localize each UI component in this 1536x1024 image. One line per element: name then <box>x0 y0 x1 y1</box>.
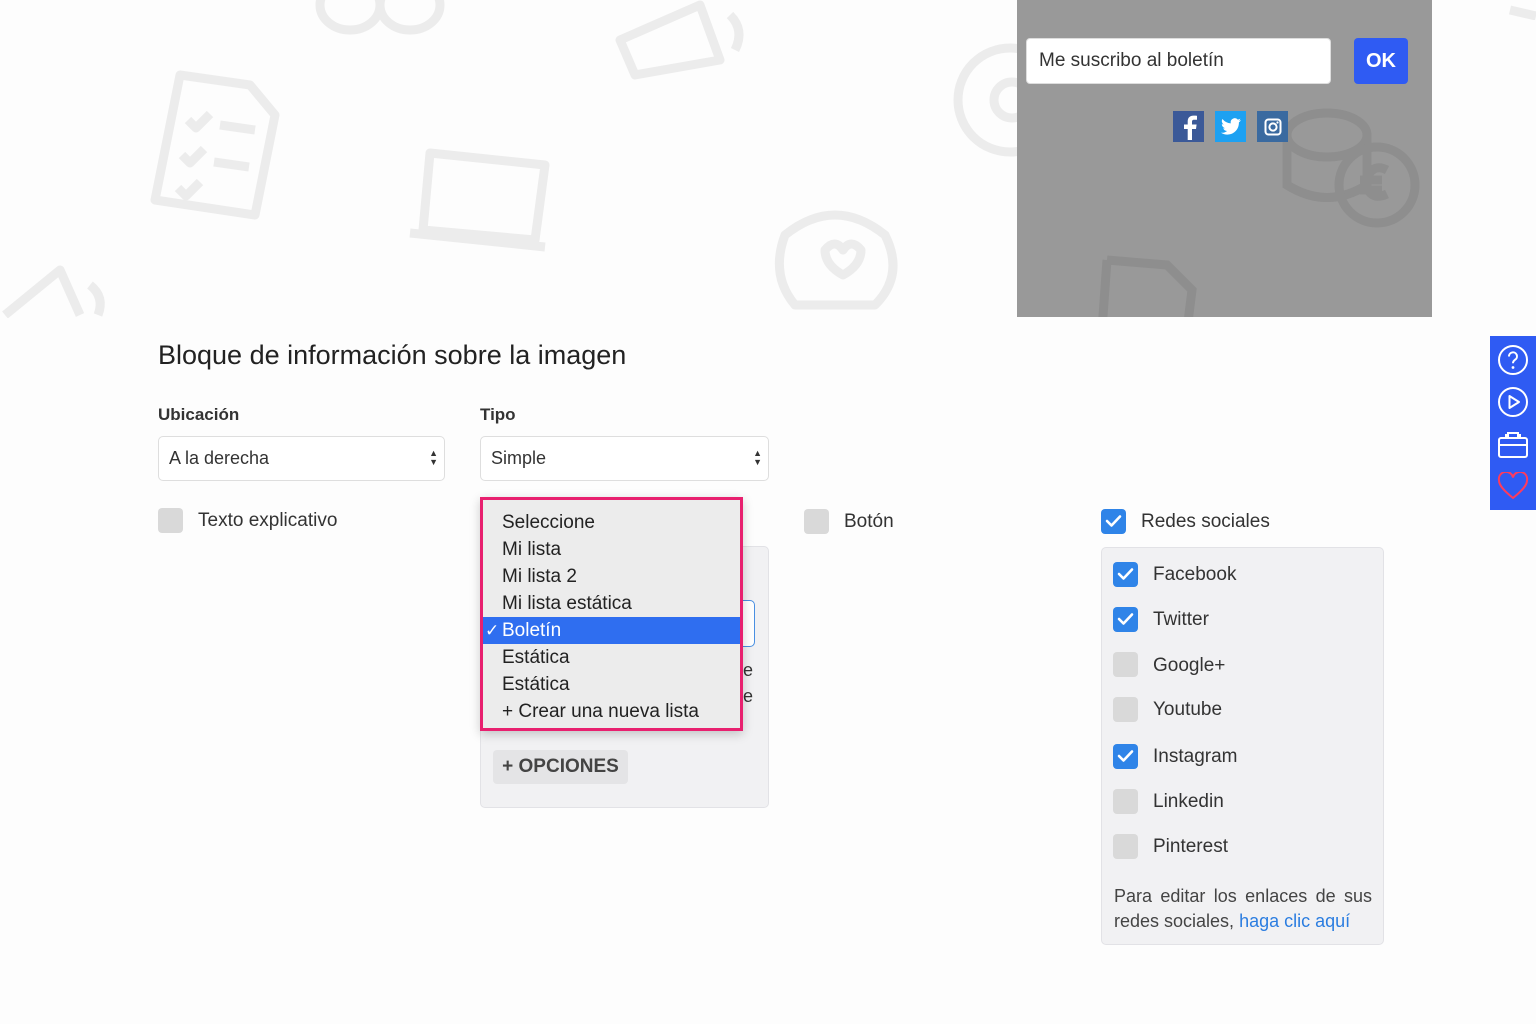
tipo-label: Tipo <box>480 405 516 424</box>
ok-button[interactable]: OK <box>1354 38 1408 84</box>
dropdown-option[interactable]: Mi lista <box>483 536 740 563</box>
help-icon[interactable] <box>1495 342 1531 377</box>
boton-checkbox[interactable] <box>804 509 829 534</box>
coins-icon <box>315 0 445 35</box>
ubicacion-label: Ubicación <box>158 405 240 424</box>
instagram-icon[interactable] <box>1257 111 1288 142</box>
toolbox-icon[interactable] <box>1495 426 1531 461</box>
play-icon[interactable] <box>1495 384 1531 419</box>
megaphone-icon <box>2 265 105 318</box>
texto-explicativo-label: Texto explicativo <box>198 510 338 531</box>
tipo-value: Simple <box>491 448 547 468</box>
instagram-label: Instagram <box>1153 746 1238 767</box>
facebook-label: Facebook <box>1153 564 1237 585</box>
redes-sociales-label: Redes sociales <box>1141 511 1270 532</box>
edit-links-help: Para editar los enlaces de sus redes soc… <box>1114 884 1372 934</box>
dropdown-option[interactable]: Seleccione <box>483 509 740 536</box>
pinterest-label: Pinterest <box>1153 836 1228 857</box>
checklist-icon <box>150 70 280 220</box>
hidden-text-fragment: e <box>743 660 754 680</box>
megaphone-icon <box>615 0 744 80</box>
laptop-icon <box>409 148 550 252</box>
twitter-checkbox[interactable] <box>1113 607 1138 632</box>
dropdown-option[interactable]: Mi lista 2 <box>483 563 740 590</box>
select-arrows-icon: ▲ ▼ <box>753 448 762 467</box>
linkedin-checkbox[interactable] <box>1113 789 1138 814</box>
ubicacion-value: A la derecha <box>169 448 270 468</box>
edit-links-link[interactable]: haga clic aquí <box>1239 911 1350 931</box>
texto-explicativo-checkbox[interactable] <box>158 508 183 533</box>
select-arrows-icon: ▲ ▼ <box>429 448 438 467</box>
add-options-button[interactable]: + OPCIONES <box>493 750 628 784</box>
linkedin-label: Linkedin <box>1153 791 1224 812</box>
ubicacion-select[interactable]: A la derecha ▲ ▼ <box>158 436 445 481</box>
dropdown-option[interactable]: Estática <box>483 671 740 698</box>
create-new-list-option[interactable]: + Crear una nueva lista <box>483 698 740 725</box>
piggy-bank-icon <box>774 210 898 310</box>
boton-label: Botón <box>844 511 894 532</box>
list-dropdown-menu: Seleccione Mi lista Mi lista 2 Mi lista … <box>480 497 743 731</box>
twitter-icon[interactable] <box>1215 111 1246 142</box>
pinterest-checkbox[interactable] <box>1113 834 1138 859</box>
dots-icon <box>1508 5 1536 20</box>
heart-icon[interactable] <box>1495 468 1531 503</box>
social-icons-row <box>1173 111 1288 142</box>
page-title: Bloque de información sobre la imagen <box>158 340 627 370</box>
youtube-checkbox[interactable] <box>1113 697 1138 722</box>
facebook-icon[interactable] <box>1173 111 1204 142</box>
image-preview: Me suscribo al boletín OK <box>1017 0 1432 317</box>
google-plus-label: Google+ <box>1153 655 1226 676</box>
checkmark-icon: ✓ <box>485 621 500 640</box>
at-sign-icon <box>953 43 1020 157</box>
youtube-label: Youtube <box>1153 699 1223 720</box>
google-plus-checkbox[interactable] <box>1113 652 1138 677</box>
side-toolbar <box>1490 336 1536 510</box>
redes-sociales-checkbox[interactable] <box>1101 509 1126 534</box>
tipo-select[interactable]: Simple ▲ ▼ <box>480 436 769 481</box>
dropdown-option-selected[interactable]: ✓ Boletín <box>483 617 740 644</box>
dropdown-option[interactable]: Estática <box>483 644 740 671</box>
facebook-checkbox[interactable] <box>1113 562 1138 587</box>
dropdown-option[interactable]: Mi lista estática <box>483 590 740 617</box>
twitter-label: Twitter <box>1153 609 1209 630</box>
coins-watermark-icon <box>1282 108 1420 228</box>
document-watermark-icon <box>1098 255 1197 317</box>
newsletter-email-input[interactable]: Me suscribo al boletín <box>1026 38 1331 84</box>
dropdown-option-label: Boletín <box>502 620 562 641</box>
instagram-checkbox[interactable] <box>1113 744 1138 769</box>
hidden-text-fragment: e <box>743 686 754 706</box>
